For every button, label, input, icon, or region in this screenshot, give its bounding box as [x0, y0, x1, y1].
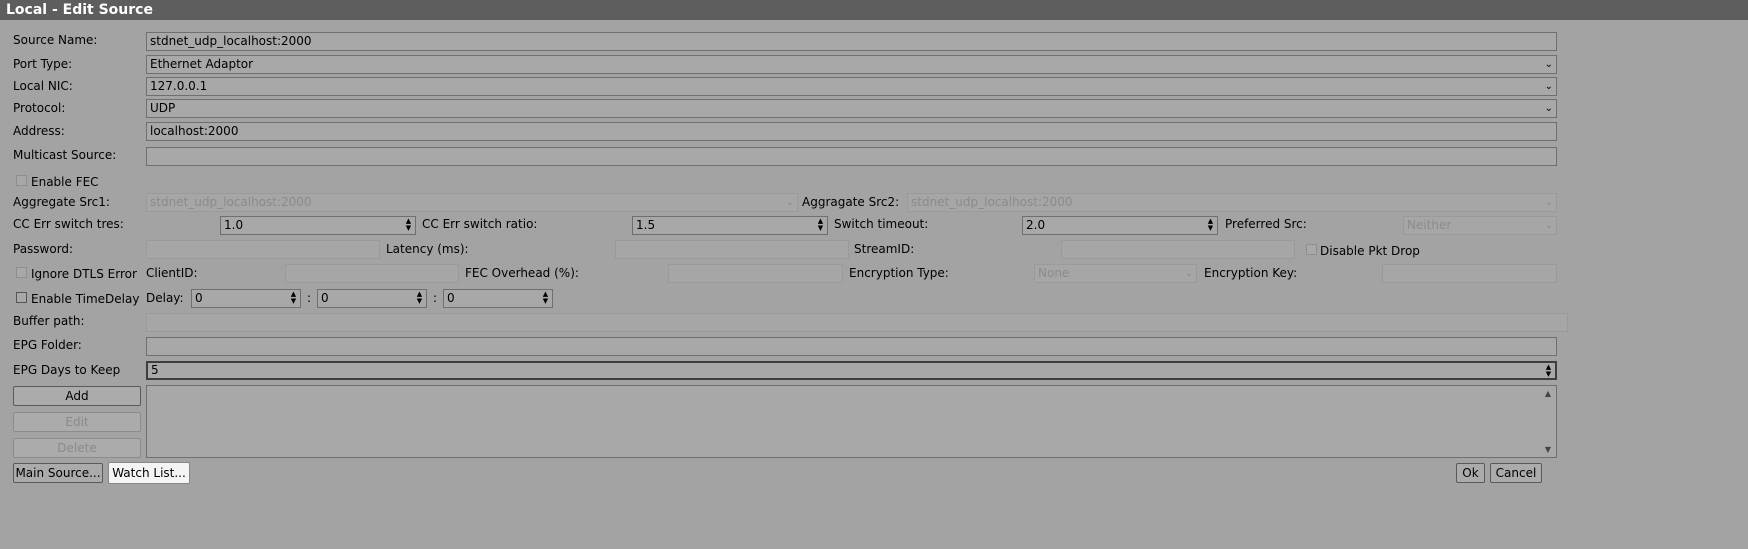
source-name-input[interactable]: stdnet_udp_localhost:2000 [146, 32, 1557, 51]
fec-overhead-input[interactable] [668, 264, 843, 283]
chevron-down-icon: ⌄ [1544, 220, 1553, 231]
latency-label: Latency (ms): [386, 242, 469, 256]
disable-pkt-drop-checkbox[interactable] [1306, 244, 1317, 255]
protocol-label: Protocol: [13, 101, 66, 115]
delay-separator: : [307, 291, 312, 305]
enable-timedelay-checkbox[interactable] [16, 292, 27, 303]
spinner-arrows-icon[interactable]: ▲ ▼ [541, 291, 550, 305]
aggregate-src2-select[interactable]: stdnet_udp_localhost:2000 ⌄ [907, 193, 1557, 212]
disable-pkt-drop-label: Disable Pkt Drop [1320, 244, 1420, 258]
aggregate-src2-value: stdnet_udp_localhost:2000 [911, 195, 1073, 209]
switch-timeout-label: Switch timeout: [834, 217, 929, 231]
buffer-path-input[interactable] [146, 313, 1568, 332]
spinner-arrows-icon[interactable]: ▲ ▼ [404, 218, 413, 232]
cc-err-switch-ratio-spinner[interactable]: 1.5 ▲ ▼ [632, 216, 828, 235]
cc-err-switch-ratio-value: 1.5 [636, 218, 656, 232]
cc-err-switch-tres-label: CC Err switch tres: [13, 217, 124, 231]
address-label: Address: [13, 124, 65, 138]
watch-list-textarea[interactable]: ▲ ▼ [146, 385, 1557, 458]
password-label: Password: [13, 242, 74, 256]
encryption-type-select[interactable]: None ⌄ [1034, 264, 1197, 283]
epg-days-spinner[interactable]: 5 ▲ ▼ [146, 361, 1557, 380]
port-type-value: Ethernet Adaptor [150, 57, 254, 71]
epg-folder-input[interactable] [146, 337, 1557, 356]
encryption-key-input[interactable] [1382, 264, 1557, 283]
epg-days-label: EPG Days to Keep [13, 363, 121, 377]
switch-timeout-value: 2.0 [1026, 218, 1046, 232]
client-id-input[interactable] [285, 264, 459, 283]
aggregate-src1-label: Aggregate Src1: [13, 195, 110, 209]
ignore-dtls-error-checkbox[interactable] [16, 267, 27, 278]
port-type-label: Port Type: [13, 57, 73, 71]
epg-days-value: 5 [151, 363, 159, 377]
spinner-arrows-icon[interactable]: ▲ ▼ [1544, 364, 1553, 378]
password-input[interactable] [146, 240, 380, 259]
protocol-value: UDP [150, 101, 176, 115]
spinner-arrows-icon[interactable]: ▲ ▼ [415, 291, 424, 305]
chevron-down-icon: ⌄ [1544, 197, 1553, 208]
encryption-key-label: Encryption Key: [1204, 266, 1298, 280]
local-nic-value: 127.0.0.1 [150, 79, 208, 93]
aggregate-src1-value: stdnet_udp_localhost:2000 [150, 195, 312, 209]
delay-hours-spinner[interactable]: 0 ▲ ▼ [191, 289, 301, 308]
switch-timeout-spinner[interactable]: 2.0 ▲ ▼ [1022, 216, 1218, 235]
ignore-dtls-error-label: Ignore DTLS Error [31, 267, 137, 281]
address-input[interactable]: localhost:2000 [146, 122, 1557, 141]
scroll-up-icon[interactable]: ▲ [1541, 389, 1555, 398]
chevron-down-icon: ⌄ [1544, 81, 1553, 92]
add-button[interactable]: Add [13, 386, 141, 406]
enable-timedelay-label: Enable TimeDelay [31, 292, 140, 306]
preferred-src-label: Preferred Src: [1225, 217, 1307, 231]
stream-id-label: StreamID: [854, 242, 915, 256]
chevron-down-icon: ⌄ [1184, 268, 1193, 279]
delay-separator: : [433, 291, 438, 305]
spinner-arrows-icon[interactable]: ▲ ▼ [289, 291, 298, 305]
delay-label: Delay: [146, 291, 184, 305]
chevron-down-icon: ⌄ [1544, 103, 1553, 114]
spinner-arrows-icon[interactable]: ▲ ▼ [1206, 218, 1215, 232]
delay-minutes-value: 0 [321, 291, 329, 305]
main-source-button[interactable]: Main Source... [13, 463, 103, 483]
source-name-label: Source Name: [13, 33, 98, 47]
spinner-arrows-icon[interactable]: ▲ ▼ [816, 218, 825, 232]
window-title: Local - Edit Source [6, 2, 153, 18]
multicast-source-label: Multicast Source: [13, 148, 117, 162]
delay-hours-value: 0 [195, 291, 203, 305]
scroll-down-icon[interactable]: ▼ [1541, 445, 1555, 454]
chevron-down-icon: ⌄ [1544, 59, 1553, 70]
local-nic-label: Local NIC: [13, 79, 73, 93]
preferred-src-value: Neither [1407, 218, 1452, 232]
buffer-path-label: Buffer path: [13, 314, 85, 328]
window-titlebar: Local - Edit Source [0, 0, 1748, 20]
aggregate-src1-select[interactable]: stdnet_udp_localhost:2000 ⌄ [146, 193, 798, 212]
delay-seconds-spinner[interactable]: 0 ▲ ▼ [443, 289, 553, 308]
delete-button[interactable]: Delete [13, 438, 141, 458]
cc-err-switch-tres-spinner[interactable]: 1.0 ▲ ▼ [220, 216, 416, 235]
preferred-src-select[interactable]: Neither ⌄ [1403, 216, 1557, 235]
port-type-select[interactable]: Ethernet Adaptor ⌄ [146, 55, 1557, 74]
stream-id-input[interactable] [1061, 240, 1295, 259]
delay-seconds-value: 0 [447, 291, 455, 305]
edit-button[interactable]: Edit [13, 412, 141, 432]
fec-overhead-label: FEC Overhead (%): [465, 266, 579, 280]
client-id-label: ClientID: [146, 266, 198, 280]
cc-err-switch-ratio-label: CC Err switch ratio: [422, 217, 538, 231]
cc-err-switch-tres-value: 1.0 [224, 218, 244, 232]
local-nic-select[interactable]: 127.0.0.1 ⌄ [146, 77, 1557, 96]
protocol-select[interactable]: UDP ⌄ [146, 99, 1557, 118]
cancel-button[interactable]: Cancel [1490, 463, 1542, 483]
multicast-source-input[interactable] [146, 147, 1557, 166]
chevron-down-icon: ⌄ [785, 197, 794, 208]
encryption-type-value: None [1038, 266, 1070, 280]
watch-list-button[interactable]: Watch List... [108, 462, 190, 484]
latency-input[interactable] [615, 240, 849, 259]
encryption-type-label: Encryption Type: [849, 266, 949, 280]
delay-minutes-spinner[interactable]: 0 ▲ ▼ [317, 289, 427, 308]
enable-fec-label: Enable FEC [31, 175, 99, 189]
aggregate-src2-label: Aggragate Src2: [802, 195, 900, 209]
scrollbar[interactable]: ▲ ▼ [1541, 387, 1555, 456]
epg-folder-label: EPG Folder: [13, 338, 82, 352]
ok-button[interactable]: Ok [1456, 463, 1485, 483]
enable-fec-checkbox[interactable] [16, 175, 27, 186]
